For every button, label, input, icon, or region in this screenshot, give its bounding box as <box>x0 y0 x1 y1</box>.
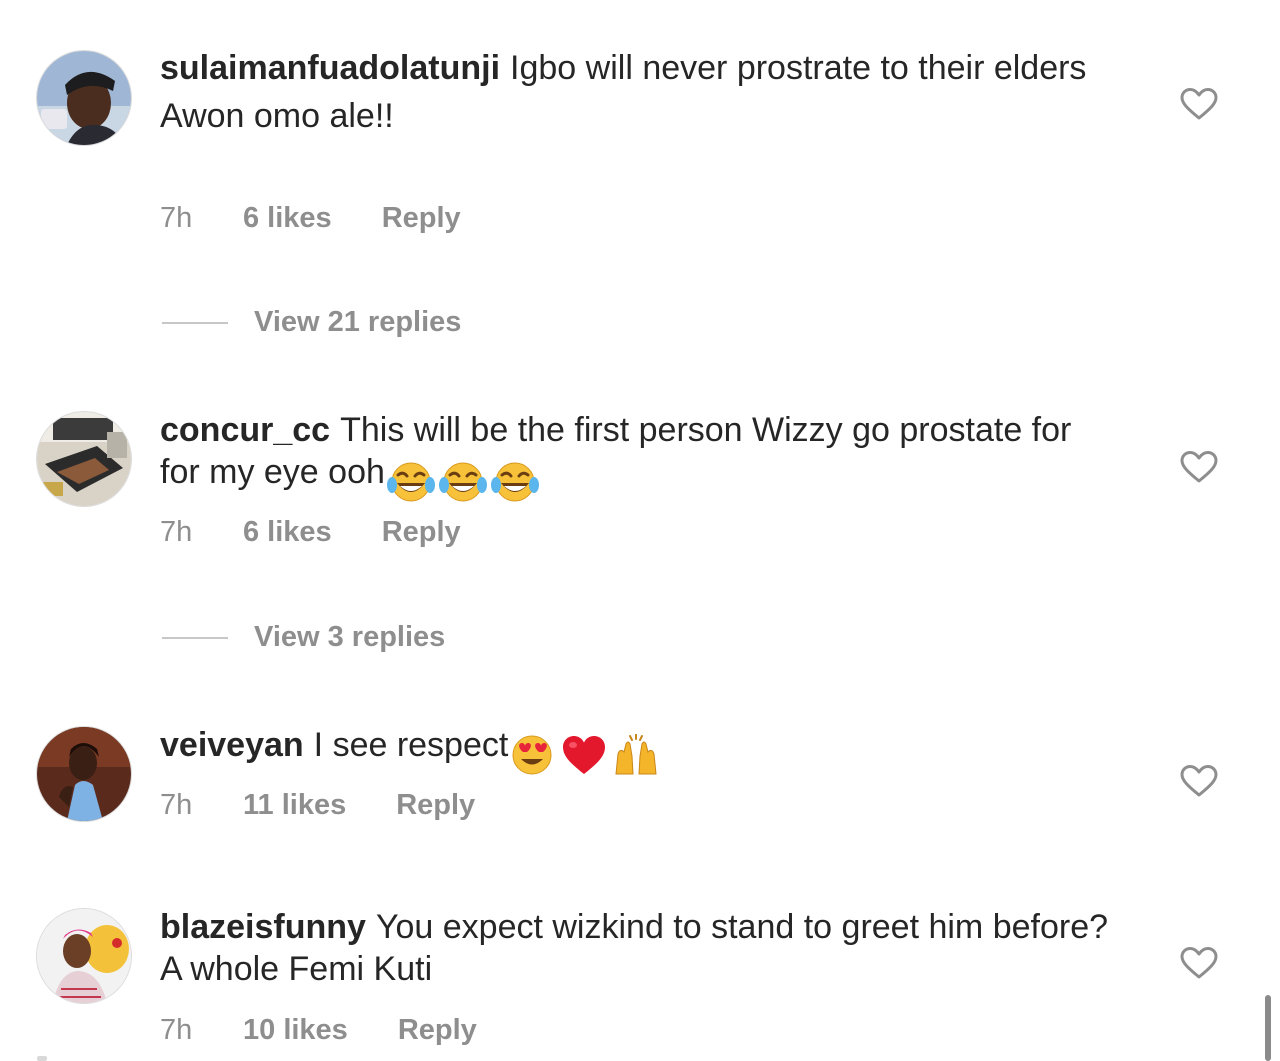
comment-body: veiveyan I see respect <box>160 724 1120 776</box>
avatar[interactable] <box>37 727 131 821</box>
raising-hands-icon <box>615 734 657 775</box>
avatar[interactable] <box>37 51 131 145</box>
comment-meta: 7h 6 likes Reply <box>160 515 461 549</box>
red-heart-icon <box>563 736 606 775</box>
view-replies-button[interactable]: View 3 replies <box>162 620 445 654</box>
reply-button[interactable]: Reply <box>382 201 461 235</box>
comment-likes[interactable]: 11 likes <box>243 788 346 822</box>
comment-time: 7h <box>160 789 193 821</box>
comment-text: Igbo will never prostrate to their elder… <box>510 49 1087 87</box>
view-replies-button[interactable]: View 21 replies <box>162 305 461 339</box>
view-replies-label: View 3 replies <box>254 621 446 653</box>
comment-likes[interactable]: 6 likes <box>243 515 332 549</box>
reply-button[interactable]: Reply <box>396 788 475 822</box>
comment-time: 7h <box>160 1014 193 1046</box>
replies-divider-line <box>162 637 228 640</box>
comment-time: 7h <box>160 516 193 548</box>
heart-eyes-icon <box>512 735 552 775</box>
comment-body: concur_cc This will be the first person W… <box>160 409 1120 503</box>
emoji-group <box>386 459 543 503</box>
comment-username[interactable]: sulaimanfuadolatunji <box>160 49 500 87</box>
comment-time: 7h <box>160 202 193 234</box>
comment-username[interactable]: concur_cc <box>160 411 330 449</box>
comment-text-line2: Awon omo ale!! <box>160 97 394 135</box>
comments-page: sulaimanfuadolatunji Igbo will never pros… <box>0 0 1280 1061</box>
comment-body: blazeisfunny You expect wizkind to stand … <box>160 906 1120 990</box>
like-heart-icon[interactable] <box>1180 87 1218 121</box>
like-heart-icon[interactable] <box>1180 946 1218 980</box>
comment-username[interactable]: veiveyan <box>160 726 304 764</box>
face-with-tears-of-joy-icon <box>386 462 435 502</box>
comment-likes[interactable]: 6 likes <box>243 201 332 235</box>
comment-likes[interactable]: 10 likes <box>243 1013 348 1047</box>
comment-meta: 7h 11 likes Reply <box>160 788 475 822</box>
view-replies-label: View 21 replies <box>254 306 462 338</box>
reply-button[interactable]: Reply <box>382 515 461 549</box>
scrollbar[interactable] <box>1265 995 1271 1061</box>
comment-username[interactable]: blazeisfunny <box>160 908 366 946</box>
like-heart-icon[interactable] <box>1180 450 1218 484</box>
avatar[interactable] <box>37 909 131 1003</box>
avatar[interactable] <box>37 412 131 506</box>
comment-meta: 7h 10 likes Reply <box>160 1013 477 1047</box>
comment-text: I see respect <box>313 726 509 764</box>
emoji-group <box>508 732 664 776</box>
replies-divider-line <box>162 322 228 325</box>
next-avatar-edge <box>37 1056 47 1061</box>
reply-button[interactable]: Reply <box>398 1013 477 1047</box>
like-heart-icon[interactable] <box>1180 764 1218 798</box>
comment-meta: 7h 6 likes Reply <box>160 201 461 235</box>
comment-body: sulaimanfuadolatunji Igbo will never pros… <box>160 47 1120 137</box>
face-with-tears-of-joy-icon <box>490 462 539 502</box>
face-with-tears-of-joy-icon <box>438 462 487 502</box>
